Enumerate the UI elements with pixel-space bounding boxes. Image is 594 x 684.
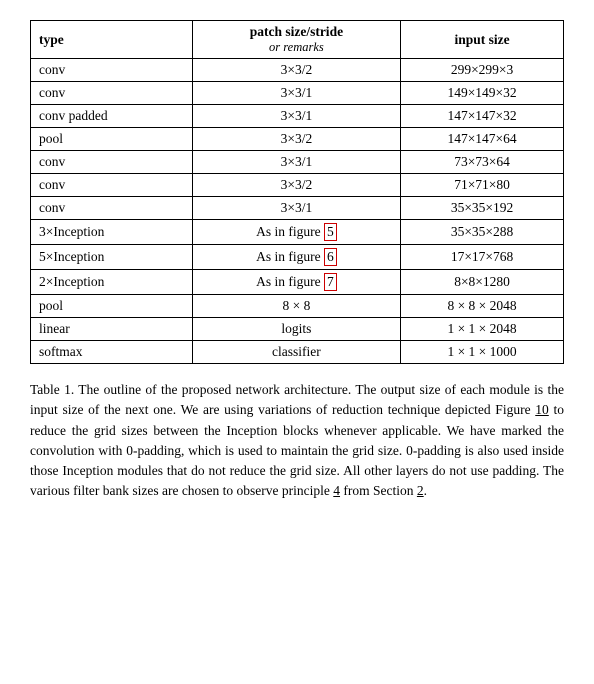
table-caption: Table 1. The outline of the proposed net… [30,380,564,502]
cell-input: 17×17×768 [401,245,564,270]
cell-type: conv [31,174,193,197]
table-row: conv3×3/173×73×64 [31,151,564,174]
col-header-type: type [31,21,193,59]
cell-patch: As in figure 6 [192,245,400,270]
table-row: 3×InceptionAs in figure 535×35×288 [31,220,564,245]
cell-patch: As in figure 7 [192,270,400,295]
figure-link: 7 [324,273,337,291]
cell-input: 73×73×64 [401,151,564,174]
cell-patch: As in figure 5 [192,220,400,245]
cell-input: 149×149×32 [401,82,564,105]
cell-type: conv [31,82,193,105]
patch-header-main: patch size/stride [201,24,392,40]
cell-input: 147×147×64 [401,128,564,151]
cell-patch: 3×3/2 [192,174,400,197]
cell-input: 71×71×80 [401,174,564,197]
figure-link: 5 [324,223,337,241]
cell-patch: logits [192,318,400,341]
cell-patch: 3×3/2 [192,128,400,151]
figure-link: 6 [324,248,337,266]
architecture-table-wrapper: type patch size/stride or remarks input … [30,20,564,364]
cell-type: 5×Inception [31,245,193,270]
cell-type: conv [31,59,193,82]
col-header-input: input size [401,21,564,59]
table-row: conv3×3/271×71×80 [31,174,564,197]
table-row: pool8 × 88 × 8 × 2048 [31,295,564,318]
cell-input: 8 × 8 × 2048 [401,295,564,318]
caption-link[interactable]: 4 [333,483,340,498]
table-row: conv3×3/135×35×192 [31,197,564,220]
cell-input: 1 × 1 × 2048 [401,318,564,341]
cell-type: 2×Inception [31,270,193,295]
table-row: 5×InceptionAs in figure 617×17×768 [31,245,564,270]
cell-type: linear [31,318,193,341]
cell-input: 8×8×1280 [401,270,564,295]
patch-header-sub: or remarks [201,40,392,55]
cell-type: 3×Inception [31,220,193,245]
cell-type: pool [31,128,193,151]
cell-input: 299×299×3 [401,59,564,82]
cell-input: 35×35×192 [401,197,564,220]
cell-type: conv padded [31,105,193,128]
cell-patch: 8 × 8 [192,295,400,318]
caption-link[interactable]: 2 [417,483,424,498]
cell-patch: 3×3/1 [192,197,400,220]
table-row: conv3×3/1149×149×32 [31,82,564,105]
cell-patch: 3×3/1 [192,151,400,174]
cell-patch: classifier [192,341,400,364]
table-row: conv padded3×3/1147×147×32 [31,105,564,128]
table-row: conv3×3/2299×299×3 [31,59,564,82]
architecture-table: type patch size/stride or remarks input … [30,20,564,364]
cell-patch: 3×3/1 [192,105,400,128]
cell-type: conv [31,151,193,174]
table-row: linearlogits1 × 1 × 2048 [31,318,564,341]
cell-patch: 3×3/1 [192,82,400,105]
table-row: pool3×3/2147×147×64 [31,128,564,151]
col-header-patch: patch size/stride or remarks [192,21,400,59]
table-row: softmaxclassifier1 × 1 × 1000 [31,341,564,364]
cell-input: 147×147×32 [401,105,564,128]
cell-type: conv [31,197,193,220]
caption-link[interactable]: 10 [535,402,549,417]
cell-type: softmax [31,341,193,364]
cell-input: 35×35×288 [401,220,564,245]
cell-input: 1 × 1 × 1000 [401,341,564,364]
cell-patch: 3×3/2 [192,59,400,82]
table-row: 2×InceptionAs in figure 78×8×1280 [31,270,564,295]
cell-type: pool [31,295,193,318]
